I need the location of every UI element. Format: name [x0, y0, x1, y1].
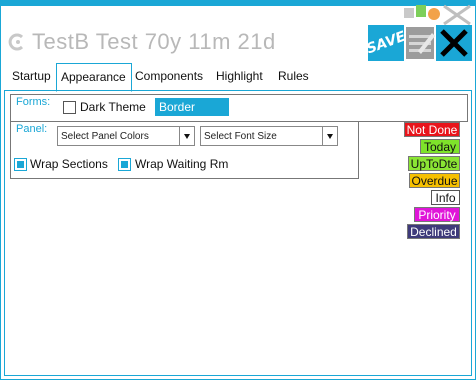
chevron-down-icon — [179, 127, 194, 145]
save-button-label: SAVE — [364, 28, 408, 58]
status-legend-item: UpToDte — [408, 156, 460, 171]
panel-colors-select[interactable]: Select Panel Colors — [57, 126, 195, 146]
status-legend-item: Today — [420, 139, 460, 154]
panel-colors-select-text: Select Panel Colors — [61, 131, 149, 142]
tab-components[interactable]: Components — [131, 63, 207, 89]
dark-theme-checkbox[interactable] — [63, 101, 76, 114]
save-button[interactable]: SAVE — [364, 25, 408, 61]
border-color-button[interactable]: Border — [155, 98, 229, 116]
status-legend-item: Priority — [414, 207, 460, 222]
tab-rules[interactable]: Rules — [274, 63, 313, 89]
status-legend-item: Overdue — [409, 173, 460, 188]
tab-highlight[interactable]: Highlight — [212, 63, 267, 89]
tab-appearance[interactable]: Appearance — [56, 63, 132, 92]
status-legend-item: Info — [431, 190, 460, 205]
app-logo-icon — [8, 33, 24, 51]
panel-legend: Panel: — [16, 123, 48, 135]
wrap-sections-label: Wrap Sections — [30, 157, 108, 171]
close-icon[interactable] — [436, 25, 472, 61]
tab-startup[interactable]: Startup — [8, 63, 55, 89]
dark-theme-label: Dark Theme — [80, 100, 146, 114]
wrap-sections-checkbox[interactable] — [14, 158, 27, 171]
edit-icon[interactable] — [404, 25, 436, 61]
status-legend-item: Declined — [407, 224, 460, 239]
wrap-waiting-rm-label: Wrap Waiting Rm — [135, 157, 229, 171]
forms-legend: Forms: — [16, 96, 51, 108]
window-decoration-icons — [404, 4, 471, 26]
chevron-down-icon — [322, 127, 337, 145]
font-size-select[interactable]: Select Font Size — [200, 126, 338, 146]
status-legend-item: Not Done — [404, 122, 460, 137]
forms-group — [10, 94, 468, 122]
window-title: TestB Test 70y 11m 21d — [32, 29, 276, 54]
wrap-waiting-rm-checkbox[interactable] — [118, 158, 131, 171]
font-size-select-text: Select Font Size — [204, 131, 277, 142]
